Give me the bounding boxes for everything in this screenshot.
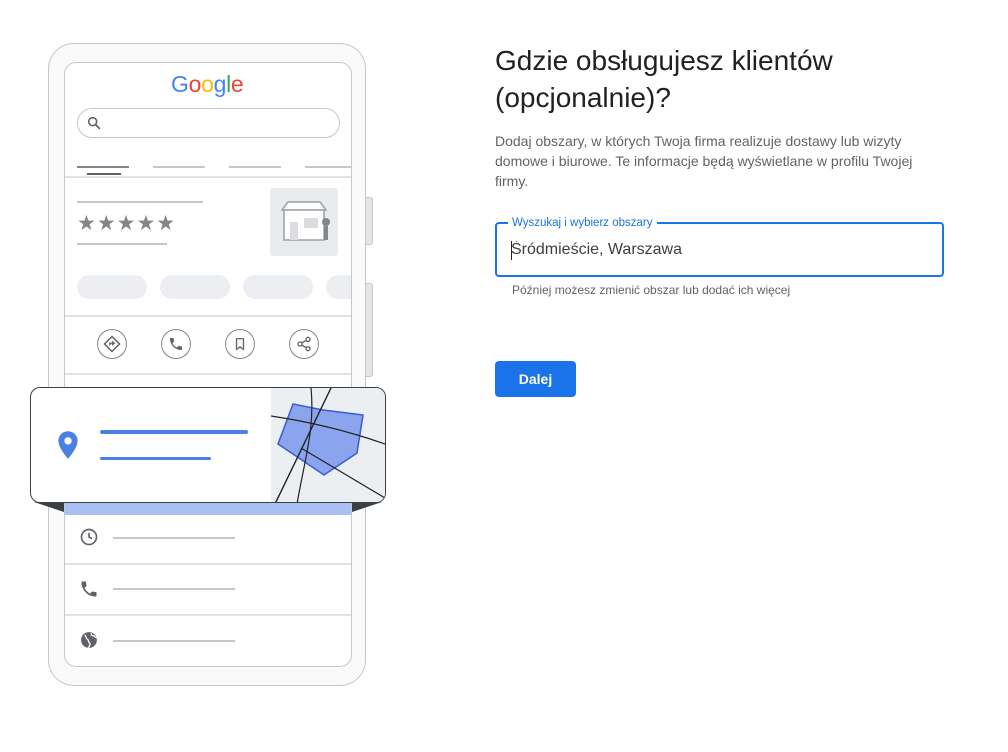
- storefront-icon: [270, 188, 338, 256]
- directions-icon: [97, 329, 127, 359]
- page-description: Dodaj obszary, w których Twoja firma rea…: [495, 133, 913, 189]
- placeholder-line: [100, 430, 248, 434]
- globe-icon: [79, 630, 99, 655]
- service-area-search-input[interactable]: [511, 238, 931, 262]
- logo-letter: o: [188, 71, 202, 97]
- search-icon: [87, 116, 101, 130]
- mock-tab: [229, 166, 281, 168]
- divider: [65, 176, 351, 178]
- mock-chip: [160, 275, 230, 299]
- mock-tab: [77, 166, 129, 168]
- divider: [65, 563, 351, 565]
- card-shadow: [352, 502, 382, 512]
- placeholder-line: [113, 537, 235, 539]
- clock-icon: [79, 527, 99, 552]
- mock-search-bar: [77, 108, 340, 138]
- share-icon: [289, 329, 319, 359]
- bookmark-icon: [225, 329, 255, 359]
- service-area-polygon: [277, 403, 364, 476]
- phone-side-button: [366, 283, 373, 377]
- highlight-strip: [65, 503, 351, 515]
- placeholder-line: [113, 588, 235, 590]
- card-shadow: [34, 502, 64, 512]
- mock-chip: [77, 275, 147, 299]
- placeholder-line: [113, 640, 235, 642]
- service-area-card: [30, 387, 386, 503]
- rating-stars: ★★★★★: [77, 212, 177, 235]
- placeholder-line: [100, 457, 211, 460]
- divider: [65, 614, 351, 616]
- mock-chip: [326, 275, 351, 299]
- page-title: Gdzie obsługujesz klientów (opcjonalnie)…: [495, 45, 833, 113]
- divider: [65, 373, 351, 375]
- mock-tab-indicator: [87, 173, 121, 175]
- phone-icon: [79, 579, 99, 604]
- phone-icon: [161, 329, 191, 359]
- phone-side-button: [366, 197, 373, 245]
- map-thumbnail: [270, 388, 385, 502]
- divider: [65, 315, 351, 317]
- mock-chip: [243, 275, 313, 299]
- search-helper-text: Później możesz zmienić obszar lub dodać …: [512, 283, 791, 297]
- placeholder-line: [77, 201, 203, 203]
- phone-screen: Google ★★★★★: [64, 62, 352, 667]
- logo-letter: e: [230, 71, 244, 97]
- location-pin-icon: [57, 430, 79, 465]
- logo-letter: G: [171, 71, 189, 97]
- next-button[interactable]: Dalej: [495, 361, 576, 397]
- logo-letter: g: [213, 71, 227, 97]
- service-area-search-field[interactable]: Wyszukaj i wybierz obszary: [495, 215, 944, 277]
- logo-letter: o: [201, 71, 214, 97]
- mock-tab: [153, 166, 205, 168]
- placeholder-line: [77, 243, 167, 245]
- mock-tab: [305, 166, 351, 168]
- google-logo: Google: [171, 71, 244, 98]
- search-field-label: Wyszukaj i wybierz obszary: [508, 215, 657, 231]
